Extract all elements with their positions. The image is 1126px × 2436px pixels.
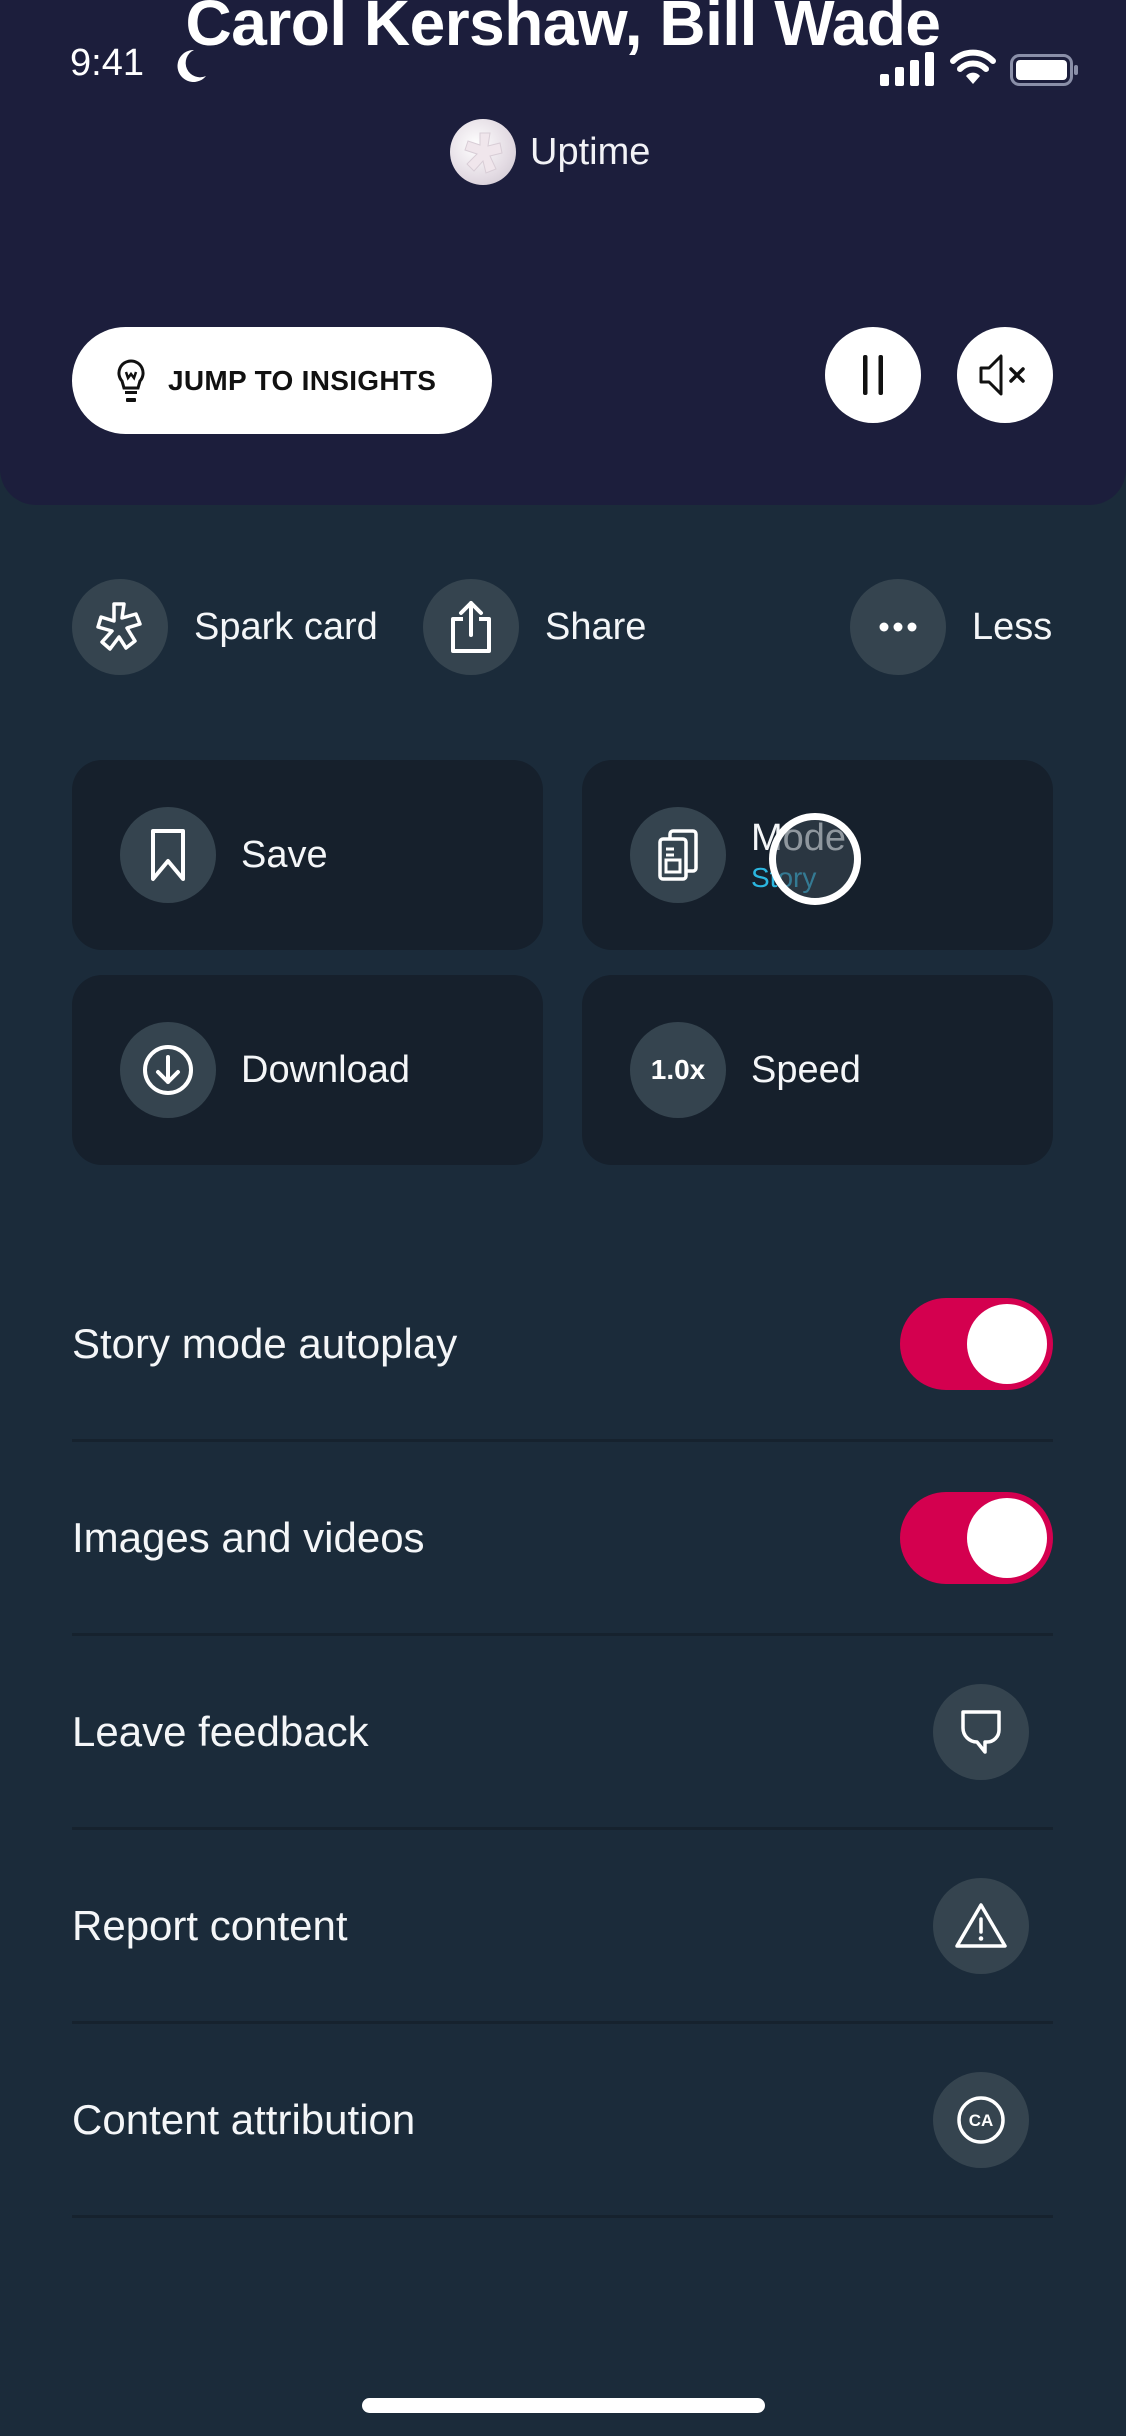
share-icon xyxy=(423,579,519,675)
download-card-button[interactable]: Download xyxy=(72,975,543,1165)
setting-row-content-attribution[interactable]: Content attribution CA xyxy=(72,2024,1053,2218)
setting-label: Content attribution xyxy=(72,2095,416,2143)
lightbulb-icon xyxy=(117,358,145,402)
setting-label: Leave feedback xyxy=(72,1707,369,1755)
chat-bubble-icon xyxy=(961,1709,1001,1754)
speed-label: Speed xyxy=(751,1048,861,1091)
save-card-button[interactable]: Save xyxy=(72,760,543,950)
less-button[interactable]: Less xyxy=(850,579,1052,675)
pages-icon xyxy=(630,807,726,903)
setting-label: Story mode autoplay xyxy=(72,1319,458,1367)
share-button[interactable]: Share xyxy=(423,579,646,675)
pause-button[interactable] xyxy=(825,327,921,423)
report-content-button[interactable] xyxy=(933,1877,1029,1974)
more-dots-icon xyxy=(850,579,946,675)
wifi-icon xyxy=(950,49,996,84)
setting-label: Images and videos xyxy=(72,1513,425,1561)
images-videos-toggle[interactable] xyxy=(900,1491,1053,1584)
toggle-knob xyxy=(967,1303,1047,1384)
speed-value: 1.0x xyxy=(650,1054,706,1085)
bookmark-icon xyxy=(120,807,216,903)
setting-label: Report content xyxy=(72,1901,348,1949)
download-icon xyxy=(120,1022,216,1118)
publisher-brand[interactable]: Uptime xyxy=(450,118,650,186)
mute-button[interactable] xyxy=(957,327,1053,423)
leave-feedback-button[interactable] xyxy=(933,1683,1029,1780)
jump-to-insights-button[interactable]: JUMP TO INSIGHTS xyxy=(72,327,492,434)
jump-to-insights-label: JUMP TO INSIGHTS xyxy=(168,364,437,396)
setting-row-leave-feedback[interactable]: Leave feedback xyxy=(72,1636,1053,1830)
speaker-muted-icon xyxy=(979,354,1025,396)
ca-badge-text: CA xyxy=(969,2111,994,2130)
status-time: 9:41 xyxy=(70,42,144,84)
touch-indicator xyxy=(769,813,861,905)
brand-name: Uptime xyxy=(530,130,651,173)
spark-card-label: Spark card xyxy=(194,605,378,648)
warning-icon xyxy=(955,1902,1007,1948)
brand-logo-icon xyxy=(450,119,516,185)
save-label: Save xyxy=(241,833,328,876)
toggle-knob xyxy=(967,1497,1047,1578)
content-attribution-button[interactable]: CA xyxy=(933,2071,1029,2168)
speed-value-badge: 1.0x xyxy=(630,1022,726,1118)
download-label: Download xyxy=(241,1048,410,1091)
moon-icon xyxy=(177,49,206,82)
share-label: Share xyxy=(545,605,647,648)
battery-full-icon xyxy=(1010,54,1078,86)
setting-row-images-videos: Images and videos xyxy=(72,1442,1053,1636)
pause-icon xyxy=(863,355,883,395)
story-autoplay-toggle[interactable] xyxy=(900,1297,1053,1390)
setting-row-story-autoplay: Story mode autoplay xyxy=(72,1248,1053,1442)
less-label: Less xyxy=(972,605,1053,648)
setting-row-report-content[interactable]: Report content xyxy=(72,1830,1053,2024)
speed-card-button[interactable]: 1.0x Speed xyxy=(582,975,1053,1165)
cellular-signal-icon xyxy=(880,52,934,86)
ca-badge-icon: CA xyxy=(957,2095,1005,2144)
spark-card-button[interactable]: Spark card xyxy=(72,579,378,675)
home-indicator[interactable] xyxy=(362,2398,765,2413)
spark-icon xyxy=(72,579,168,675)
